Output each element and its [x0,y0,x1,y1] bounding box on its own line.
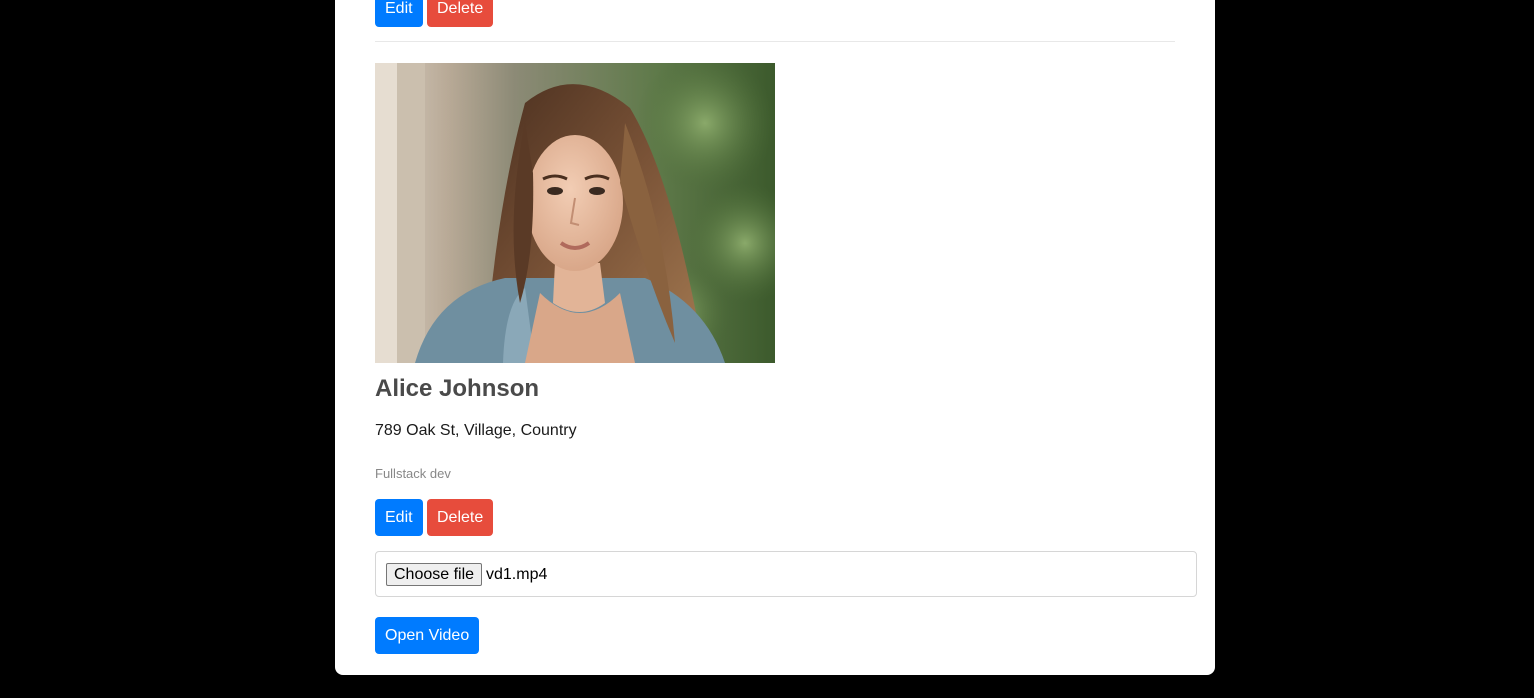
edit-button[interactable]: Edit [375,499,423,536]
delete-button[interactable]: Delete [427,499,494,536]
profile-address: 789 Oak St, Village, Country [375,422,577,439]
profile-card: Edit Delete Alice Johnson 789 Oak St, Vi… [335,0,1215,675]
delete-button-previous[interactable]: Delete [427,0,494,27]
open-video-button[interactable]: Open Video [375,617,480,654]
selected-file-name: vd1.mp4 [486,566,548,583]
choose-file-button[interactable]: Choose file [386,563,483,586]
profile-role: Fullstack dev [375,466,451,481]
profile-name: Alice Johnson [375,375,540,402]
profile-photo [375,63,775,363]
video-file-input: Choose file vd1.mp4 [375,551,1197,597]
divider [375,41,1175,42]
edit-button-previous[interactable]: Edit [375,0,423,27]
